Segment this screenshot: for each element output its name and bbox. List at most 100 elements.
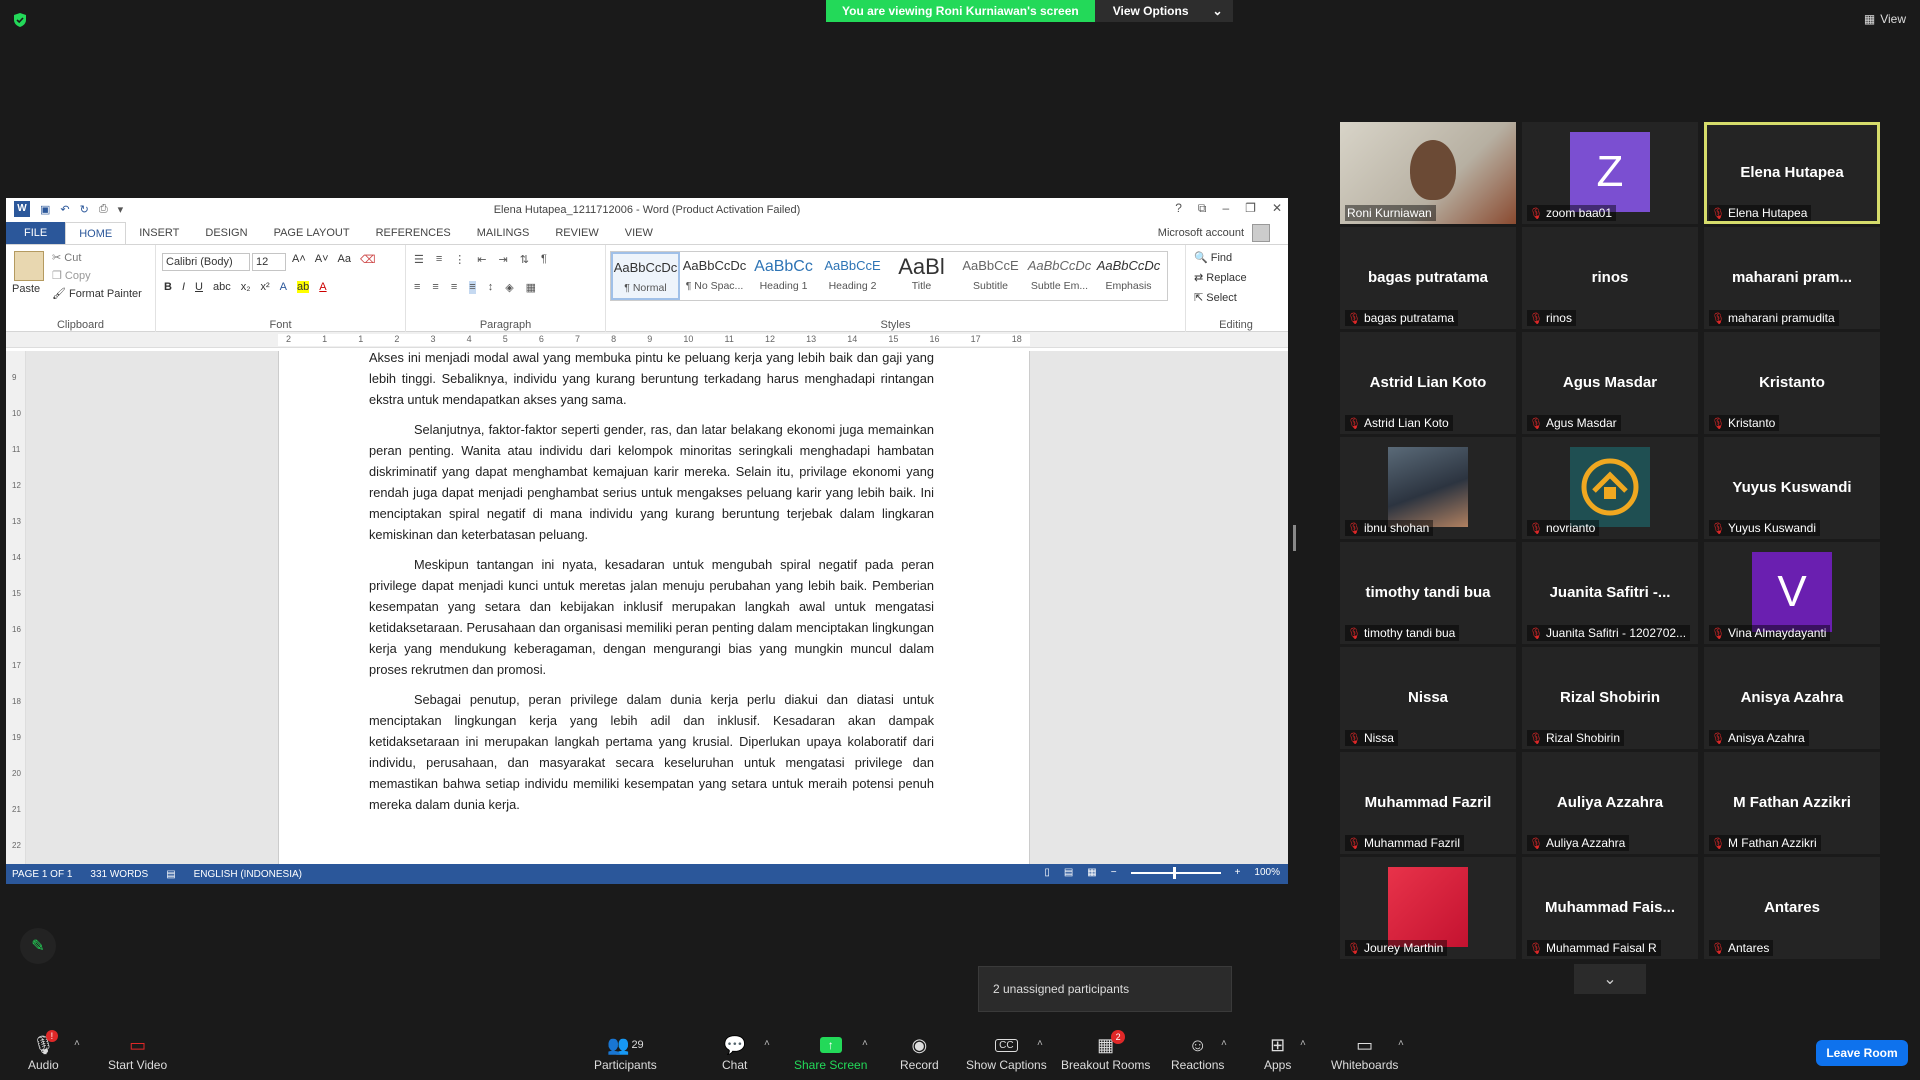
style-no-spacing[interactable]: AaBbCcDc ¶ No Spac...: [680, 252, 749, 300]
text-effects-icon[interactable]: A: [280, 281, 287, 293]
breakout-rooms-button[interactable]: ▦ 2 Breakout Rooms: [1061, 1030, 1150, 1072]
page-count[interactable]: PAGE 1 OF 1: [12, 869, 72, 880]
line-spacing-icon[interactable]: ↕: [488, 281, 494, 294]
language[interactable]: ENGLISH (INDONESIA): [194, 869, 302, 880]
style-subtitle[interactable]: AaBbCcE Subtitle: [956, 252, 1025, 300]
bullets-icon[interactable]: ☰: [414, 253, 424, 266]
paste-icon[interactable]: [14, 251, 44, 281]
show-marks-icon[interactable]: ¶: [541, 253, 547, 266]
participant-tile[interactable]: Kristanto 🎙 Kristanto: [1704, 332, 1880, 434]
whiteboards-button[interactable]: ▭ Whiteboards: [1331, 1032, 1398, 1073]
splitter-handle[interactable]: [1293, 525, 1296, 551]
style-emphasis[interactable]: AaBbCcDc Emphasis: [1094, 252, 1163, 300]
align-left-icon[interactable]: ≡: [414, 281, 420, 294]
zoom-in-icon[interactable]: +: [1235, 867, 1241, 878]
zoom-slider[interactable]: [1130, 866, 1221, 879]
clear-format-icon[interactable]: ⌫: [360, 253, 376, 266]
participants-button[interactable]: 👥 29 Participants: [594, 1032, 657, 1073]
format-painter-button[interactable]: 🖌 Format Painter: [52, 287, 142, 300]
participant-tile[interactable]: Anisya Azahra 🎙 Anisya Azahra: [1704, 647, 1880, 749]
share-screen-button[interactable]: ↑ Share Screen: [794, 1032, 867, 1072]
restore-icon[interactable]: ❐: [1245, 201, 1256, 216]
account-area[interactable]: Microsoft account: [1158, 224, 1270, 242]
borders-icon[interactable]: ▦: [526, 281, 536, 294]
zoom-thumb[interactable]: [1172, 866, 1176, 879]
ribbon-display-icon[interactable]: ⧉: [1198, 201, 1207, 216]
copy-button[interactable]: ❐ Copy: [52, 269, 91, 282]
strikethrough-icon[interactable]: abc: [213, 281, 231, 293]
style-heading-1[interactable]: AaBbCc Heading 1: [749, 252, 818, 300]
tab-page-layout[interactable]: PAGE LAYOUT: [261, 222, 363, 244]
participant-tile[interactable]: timothy tandi bua 🎙 timothy tandi bua: [1340, 542, 1516, 644]
superscript-icon[interactable]: x²: [261, 281, 270, 293]
read-mode-icon[interactable]: ▯: [1044, 867, 1050, 878]
tab-file[interactable]: FILE: [6, 222, 66, 244]
grow-font-icon[interactable]: A˄: [292, 253, 306, 266]
chat-button[interactable]: 💬 Chat: [722, 1032, 747, 1073]
shading-icon[interactable]: ◈: [505, 281, 513, 294]
participant-tile[interactable]: V 🎙 Vina Almaydayanti: [1704, 542, 1880, 644]
document-page[interactable]: Akses ini menjadi modal awal yang membuk…: [278, 350, 1030, 864]
close-icon[interactable]: ✕: [1272, 201, 1282, 216]
justify-icon[interactable]: ≡: [469, 281, 476, 294]
participant-tile[interactable]: 🎙 Jourey Marthin: [1340, 857, 1516, 959]
style-subtle-emphasis[interactable]: AaBbCcDc Subtle Em...: [1025, 252, 1094, 300]
start-video-button[interactable]: ▭ Start Video: [108, 1032, 167, 1073]
zoom-out-icon[interactable]: −: [1111, 867, 1117, 878]
participant-tile[interactable]: Auliya Azzahra 🎙 Auliya Azzahra: [1522, 752, 1698, 854]
select-button[interactable]: ⇱ Select: [1194, 291, 1237, 304]
record-button[interactable]: ◉ Record: [900, 1032, 939, 1073]
paste-button[interactable]: Paste: [12, 283, 40, 295]
print-layout-icon[interactable]: ▤: [1064, 867, 1073, 878]
captions-options-caret[interactable]: ˄: [1037, 1038, 1043, 1049]
font-name-select[interactable]: Calibri (Body): [162, 253, 250, 271]
underline-icon[interactable]: U: [195, 281, 203, 293]
participant-tile[interactable]: 🎙 novrianto: [1522, 437, 1698, 539]
sort-icon[interactable]: ⇅: [520, 253, 529, 266]
decrease-indent-icon[interactable]: ⇤: [477, 253, 486, 266]
increase-indent-icon[interactable]: ⇥: [499, 253, 508, 266]
show-captions-button[interactable]: CC Show Captions: [966, 1032, 1047, 1072]
gallery-scroll-down[interactable]: ⌄: [1574, 964, 1646, 994]
replace-button[interactable]: ⇄ Replace: [1194, 271, 1247, 284]
participant-tile[interactable]: bagas putratama 🎙 bagas putratama: [1340, 227, 1516, 329]
participant-tile[interactable]: Muhammad Fazril 🎙 Muhammad Fazril: [1340, 752, 1516, 854]
horizontal-ruler[interactable]: 2 1 1 2 3 4 5 6 7 8 9 10 11 12 13 14 15 16 17 18: [6, 332, 1288, 348]
audio-options-caret[interactable]: ˄: [74, 1038, 80, 1049]
annotate-pencil-icon[interactable]: ✎: [20, 928, 56, 964]
security-shield-icon[interactable]: [12, 12, 28, 28]
shrink-font-icon[interactable]: A˅: [315, 253, 329, 266]
participant-tile[interactable]: rinos 🎙 rinos: [1522, 227, 1698, 329]
change-case-icon[interactable]: Aa: [338, 253, 351, 266]
participant-tile[interactable]: Juanita Safitri -... 🎙 Juanita Safitri - 1…: [1522, 542, 1698, 644]
font-color-icon[interactable]: A: [319, 281, 326, 293]
participant-tile[interactable]: maharani pram... 🎙 maharani pramudita: [1704, 227, 1880, 329]
style-title[interactable]: AaBl Title: [887, 252, 956, 300]
participant-tile[interactable]: Elena Hutapea 🎙 Elena Hutapea: [1704, 122, 1880, 224]
share-options-caret[interactable]: ˄: [862, 1038, 868, 1049]
chat-options-caret[interactable]: ˄: [764, 1038, 770, 1049]
help-icon[interactable]: ?: [1175, 201, 1182, 216]
subscript-icon[interactable]: x₂: [241, 281, 251, 293]
multilevel-list-icon[interactable]: ⋮: [454, 253, 465, 266]
tab-mailings[interactable]: MAILINGS: [464, 222, 543, 244]
proofing-icon[interactable]: ▤: [166, 869, 175, 880]
tab-insert[interactable]: INSERT: [126, 222, 192, 244]
participant-tile[interactable]: Roni Kurniawan: [1340, 122, 1516, 224]
zoom-level[interactable]: 100%: [1254, 867, 1280, 878]
apps-button[interactable]: ⊞ Apps: [1264, 1032, 1291, 1073]
participant-tile[interactable]: Z 🎙 zoom baa01: [1522, 122, 1698, 224]
highlight-icon[interactable]: ab: [297, 281, 310, 293]
cut-button[interactable]: ✂ Cut: [52, 251, 81, 264]
participant-tile[interactable]: Muhammad Fais... 🎙 Muhammad Faisal R: [1522, 857, 1698, 959]
word-count[interactable]: 331 WORDS: [90, 869, 148, 880]
participant-tile[interactable]: Antares 🎙 Antares: [1704, 857, 1880, 959]
reactions-button[interactable]: ☺ Reactions: [1171, 1032, 1224, 1073]
tab-review[interactable]: REVIEW: [542, 222, 611, 244]
apps-options-caret[interactable]: ˄: [1300, 1038, 1306, 1049]
participant-tile[interactable]: Nissa 🎙 Nissa: [1340, 647, 1516, 749]
tab-references[interactable]: REFERENCES: [363, 222, 464, 244]
tab-view[interactable]: VIEW: [612, 222, 666, 244]
participant-tile[interactable]: Agus Masdar 🎙 Agus Masdar: [1522, 332, 1698, 434]
vertical-ruler[interactable]: 9 10 11 12 13 14 15 16 17 18 19 20 21 22: [6, 351, 26, 864]
